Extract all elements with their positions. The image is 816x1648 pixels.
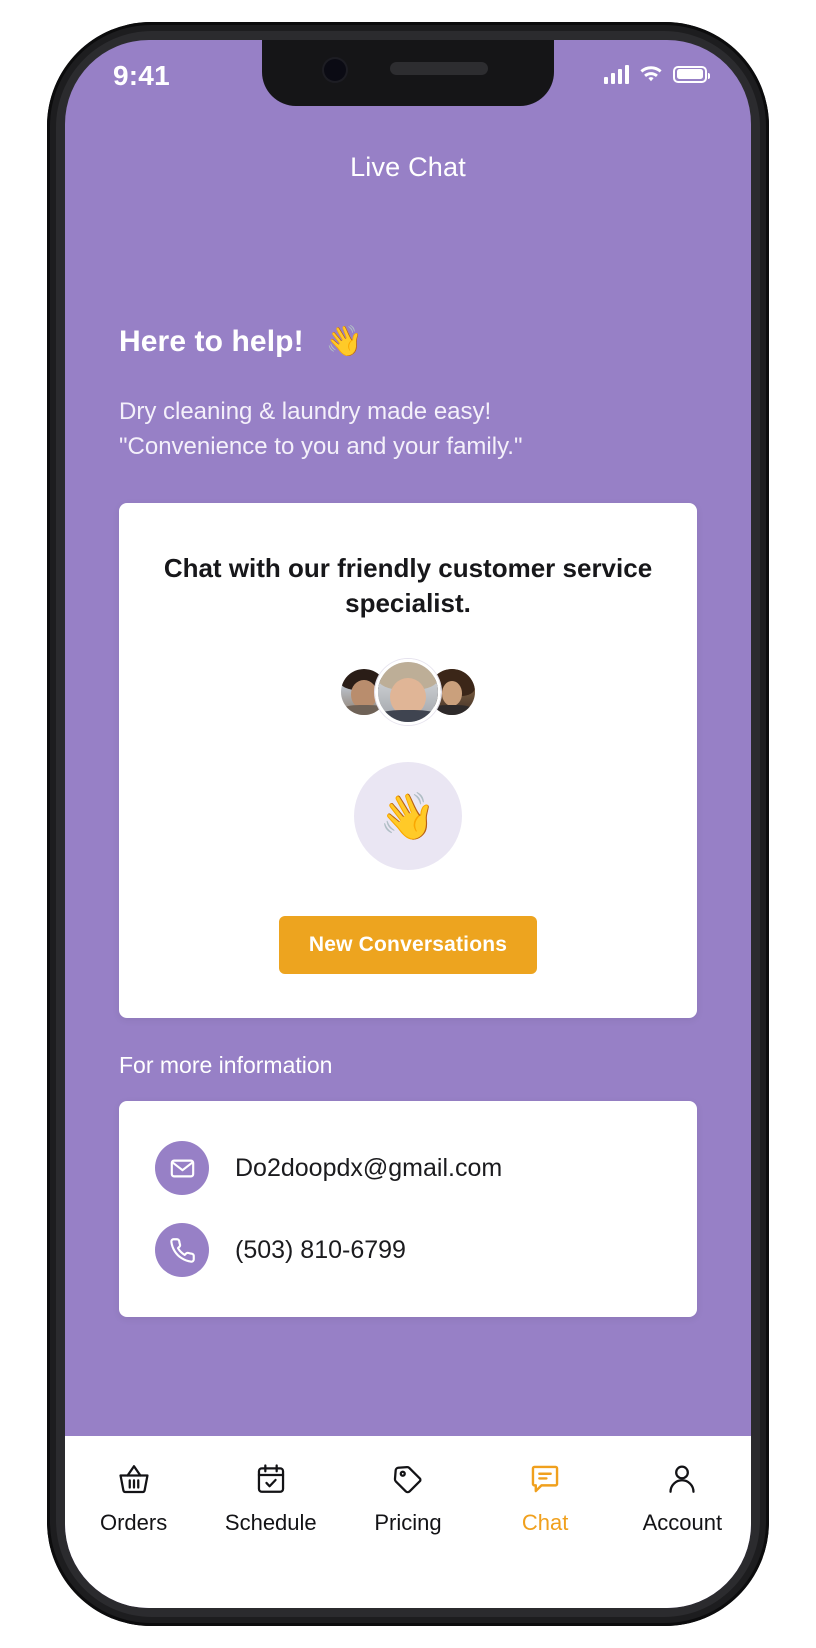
status-bar-time: 9:41 [113,60,170,91]
page-title: Live Chat [350,152,466,182]
status-bar: 9:41 [65,40,751,122]
agent-avatar-group [153,658,663,726]
tab-label-chat: Chat [521,1510,569,1535]
hero-subtext-line-2: "Convenience to you and your family." [119,432,523,460]
waving-hand-icon: 👋 [325,325,364,358]
phone-device-frame: 9:41 Live Chat Here to help! 👋 Dry clean… [47,22,769,1626]
contact-row-phone[interactable]: (503) 810-6799 [119,1209,697,1291]
battery-icon [673,65,710,83]
hero-subtext-line-1: Dry cleaning & laundry made easy! [119,398,492,425]
contact-row-email[interactable]: Do2doopdx@gmail.com [119,1127,697,1209]
contact-card: Do2doopdx@gmail.com (503) 810-6799 [119,1101,697,1318]
tab-pricing[interactable]: Pricing [339,1462,476,1536]
person-icon [669,1465,695,1493]
tab-label-orders: Orders [99,1510,168,1535]
bottom-tab-bar: Orders Schedule Pricing Chat Account [65,1436,751,1608]
wave-emoji-circle: 👋 [354,762,462,871]
hero-heading-row: Here to help! 👋 [119,325,697,359]
chat-card: Chat with our friendly customer service … [119,502,697,1019]
agent-avatar-2 [375,659,441,726]
contact-phone-value: (503) 810-6799 [235,1235,406,1264]
phone-screen: 9:41 Live Chat Here to help! 👋 Dry clean… [65,40,751,1608]
chat-bubble-icon [531,1465,559,1493]
hero-heading: Here to help! [119,325,304,358]
hero-section: Here to help! 👋 Dry cleaning & laundry m… [65,325,751,465]
envelope-icon [155,1141,209,1196]
tab-label-pricing: Pricing [374,1510,442,1535]
tab-label-account: Account [642,1510,723,1535]
screenshot-root: 9:41 Live Chat Here to help! 👋 Dry clean… [0,0,816,1648]
waving-hand-icon: 👋 [379,790,437,843]
calendar-check-icon [257,1464,284,1493]
basket-icon [119,1465,149,1494]
tab-orders[interactable]: Orders [65,1462,202,1536]
signal-bars-icon [603,64,629,84]
phone-icon [155,1223,209,1278]
status-bar-indicators [603,64,710,84]
new-conversations-button[interactable]: New Conversations [278,916,538,975]
more-information-label: For more information [119,1052,333,1079]
tag-icon [393,1465,422,1494]
tab-schedule[interactable]: Schedule [202,1462,339,1536]
contact-email-value: Do2doopdx@gmail.com [235,1153,503,1182]
wifi-icon [640,66,662,82]
chat-card-title: Chat with our friendly customer service … [163,552,653,619]
tab-label-schedule: Schedule [224,1510,317,1535]
hero-subtext: Dry cleaning & laundry made easy! "Conve… [119,395,697,465]
tab-chat[interactable]: Chat [477,1462,614,1536]
tab-account[interactable]: Account [614,1462,751,1536]
